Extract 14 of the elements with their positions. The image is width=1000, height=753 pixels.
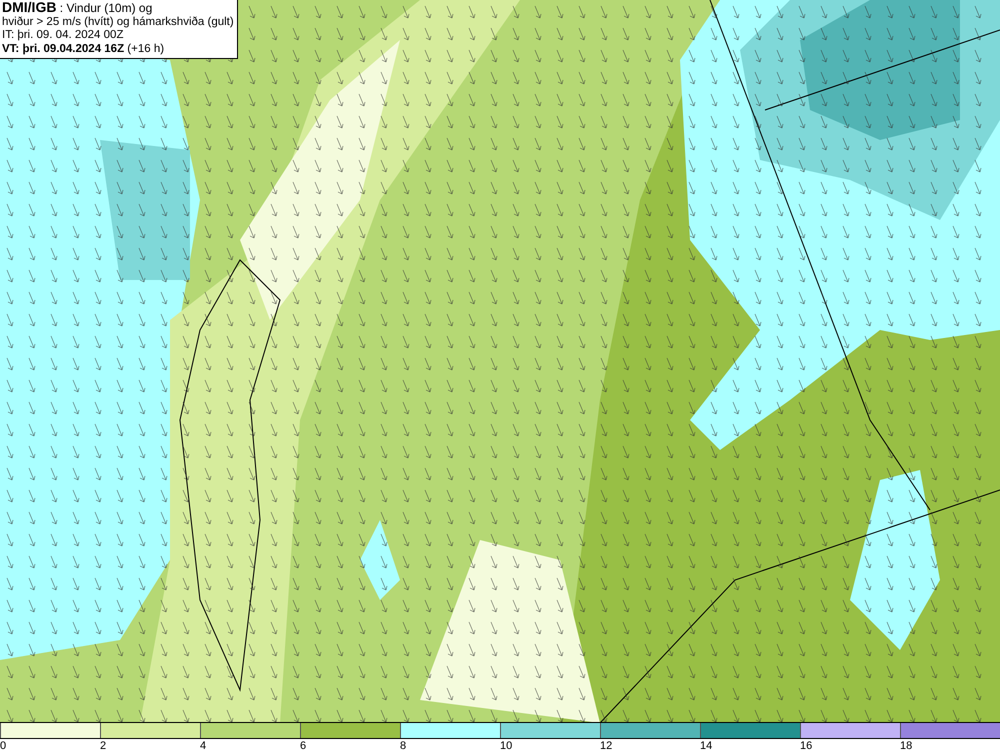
scale-label: 2 xyxy=(100,739,106,753)
header-text: hviður > 25 m/s (hvítt) og hámarkshviða (gult) xyxy=(2,16,234,29)
scale-label: 10 xyxy=(500,739,512,753)
scale-label: 12 xyxy=(600,739,612,753)
scale-label: 18 xyxy=(900,739,912,753)
scale-label: 8 xyxy=(400,739,406,753)
header-text: IT: þri. 09. 04. 2024 00Z xyxy=(2,29,124,42)
scale-label: 0 xyxy=(0,739,6,753)
scale-label: 4 xyxy=(200,739,206,753)
header-text: DMI/IGB : Vindur (10m) og xyxy=(2,1,154,16)
header-text: VT: þri. 09.04.2024 16Z (+16 h) xyxy=(2,42,166,56)
scale-label: 16 xyxy=(800,739,812,753)
scale-label: 6 xyxy=(300,739,306,753)
scale-label: 14 xyxy=(700,739,712,753)
